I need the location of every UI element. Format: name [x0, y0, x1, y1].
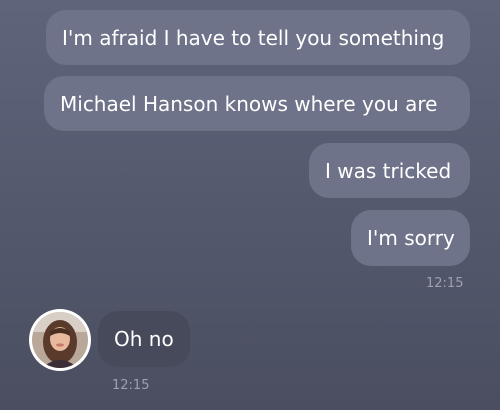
- received-message-bubble[interactable]: Oh no: [98, 311, 190, 367]
- sent-message-bubble[interactable]: Michael Hanson knows where you are: [44, 76, 470, 131]
- chat-thread: I'm afraid I have to tell you something …: [0, 0, 500, 410]
- contact-avatar[interactable]: [29, 309, 91, 371]
- message-text: I'm sorry: [367, 226, 455, 250]
- message-text: Michael Hanson knows where you are: [60, 91, 438, 116]
- message-text: I was tricked: [325, 158, 452, 183]
- message-timestamp: 12:15: [112, 378, 150, 393]
- message-timestamp: 12:15: [426, 276, 464, 291]
- message-text: Oh no: [114, 327, 174, 351]
- message-text: I'm afraid I have to tell you something: [62, 25, 445, 50]
- sent-message-bubble[interactable]: I was tricked: [309, 143, 470, 198]
- avatar-photo-icon: [32, 312, 88, 368]
- sent-message-bubble[interactable]: I'm afraid I have to tell you something: [46, 10, 470, 65]
- sent-message-bubble[interactable]: I'm sorry: [351, 210, 470, 266]
